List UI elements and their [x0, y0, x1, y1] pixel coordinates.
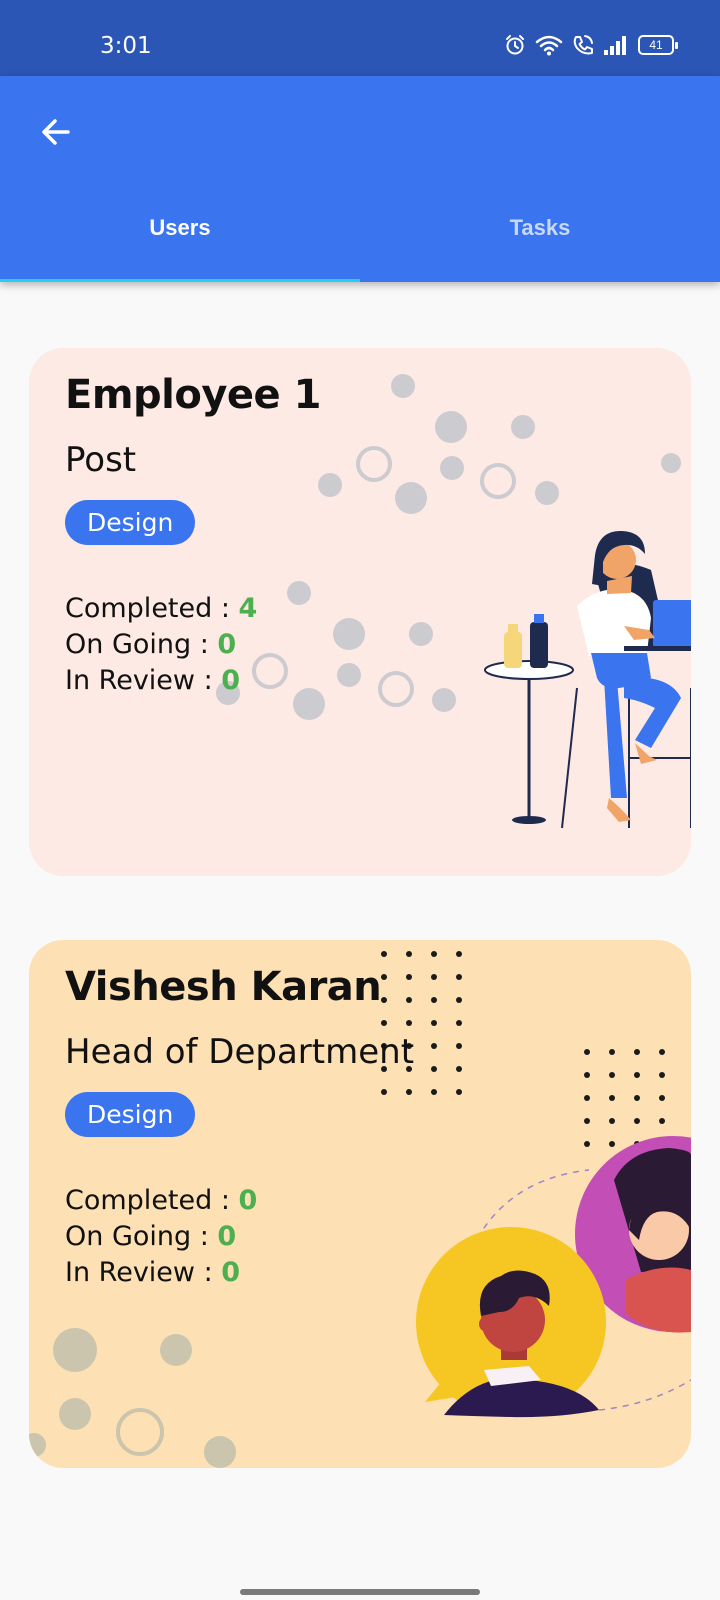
- status-bar: 3:01 41: [0, 0, 720, 76]
- stat-value: 0: [238, 1185, 258, 1216]
- pattern-dot: [634, 1118, 640, 1124]
- pattern-dot: [659, 1072, 665, 1078]
- wifi-calling-icon: [573, 35, 593, 55]
- pattern-dot: [584, 1049, 590, 1055]
- stat-label: Completed :: [65, 1185, 239, 1216]
- pattern-dot: [456, 974, 462, 980]
- stat-label: Completed :: [65, 593, 239, 624]
- tab-tasks[interactable]: Tasks: [360, 198, 720, 258]
- pattern-dot: [431, 1043, 437, 1049]
- tab-indicator: [0, 279, 360, 282]
- employee-card[interactable]: Employee 1 Post Design Completed : 4 On …: [29, 348, 691, 876]
- pattern-dot: [431, 951, 437, 957]
- back-button[interactable]: [30, 106, 82, 158]
- pattern-dot: [584, 1095, 590, 1101]
- wifi-icon: [535, 35, 563, 56]
- stat-in-review: In Review : 0: [65, 1255, 414, 1291]
- stat-value: 0: [217, 1221, 237, 1252]
- stat-value: 0: [221, 1257, 241, 1288]
- stat-label: In Review :: [65, 665, 222, 696]
- stat-completed: Completed : 0: [65, 1183, 414, 1219]
- pattern-dot: [659, 1095, 665, 1101]
- pattern-dot: [456, 951, 462, 957]
- tab-users[interactable]: Users: [0, 198, 360, 258]
- pattern-dot: [609, 1118, 615, 1124]
- pattern-dot: [431, 1089, 437, 1095]
- tab-tasks-label: Tasks: [509, 215, 571, 240]
- employee-name: Employee 1: [65, 372, 321, 418]
- app-bar: Users Tasks: [0, 76, 720, 282]
- stat-label: In Review :: [65, 1257, 222, 1288]
- pattern-dot: [456, 1043, 462, 1049]
- pattern-dot: [609, 1072, 615, 1078]
- pattern-dot: [609, 1095, 615, 1101]
- stat-label: On Going :: [65, 629, 218, 660]
- status-time: 3:01: [100, 33, 152, 59]
- pattern-dot: [609, 1049, 615, 1055]
- pattern-dot: [634, 1049, 640, 1055]
- pattern-dot: [456, 1020, 462, 1026]
- employee-post: Post: [65, 440, 137, 480]
- pattern-dot: [456, 997, 462, 1003]
- stat-completed: Completed : 4: [65, 591, 321, 627]
- department-badge: Design: [65, 500, 196, 545]
- stat-in-review: In Review : 0: [65, 663, 321, 699]
- signal-icon: [604, 36, 626, 55]
- stat-value: 4: [238, 593, 258, 624]
- pattern-dot: [431, 1020, 437, 1026]
- employee-card[interactable]: Vishesh Karan Head of Department Design …: [29, 940, 691, 1468]
- card-content: Vishesh Karan Head of Department Design …: [65, 964, 414, 1291]
- task-stats: Completed : 0 On Going : 0 In Review : 0: [65, 1183, 414, 1291]
- stat-value: 0: [217, 629, 237, 660]
- pattern-dot: [456, 1089, 462, 1095]
- stat-label: On Going :: [65, 1221, 218, 1252]
- employee-name: Vishesh Karan: [65, 964, 382, 1010]
- pattern-dot: [609, 1141, 615, 1147]
- pattern-dot: [431, 1066, 437, 1072]
- tab-users-label: Users: [149, 215, 211, 240]
- pattern-dot: [406, 951, 412, 957]
- card-content: Employee 1 Post Design Completed : 4 On …: [65, 372, 321, 699]
- stat-ongoing: On Going : 0: [65, 1219, 414, 1255]
- pattern-dot: [634, 1072, 640, 1078]
- status-icons: 41: [504, 34, 678, 56]
- pattern-dot: [431, 997, 437, 1003]
- department-badge: Design: [65, 1092, 196, 1137]
- pattern-dot: [456, 1066, 462, 1072]
- alarm-icon: [506, 35, 524, 55]
- pattern-dot: [584, 1118, 590, 1124]
- battery-icon: 41: [638, 35, 678, 55]
- pattern-dot: [584, 1072, 590, 1078]
- pattern-dot: [659, 1049, 665, 1055]
- pattern-dot: [584, 1141, 590, 1147]
- pattern-dot: [659, 1118, 665, 1124]
- pattern-dot: [634, 1095, 640, 1101]
- employee-post: Head of Department: [65, 1032, 415, 1072]
- task-stats: Completed : 4 On Going : 0 In Review : 0: [65, 591, 321, 699]
- pattern-dot: [431, 974, 437, 980]
- stat-ongoing: On Going : 0: [65, 627, 321, 663]
- stat-value: 0: [221, 665, 241, 696]
- pattern-dot: [381, 951, 387, 957]
- home-indicator[interactable]: [240, 1589, 480, 1595]
- back-arrow-icon: [42, 119, 70, 145]
